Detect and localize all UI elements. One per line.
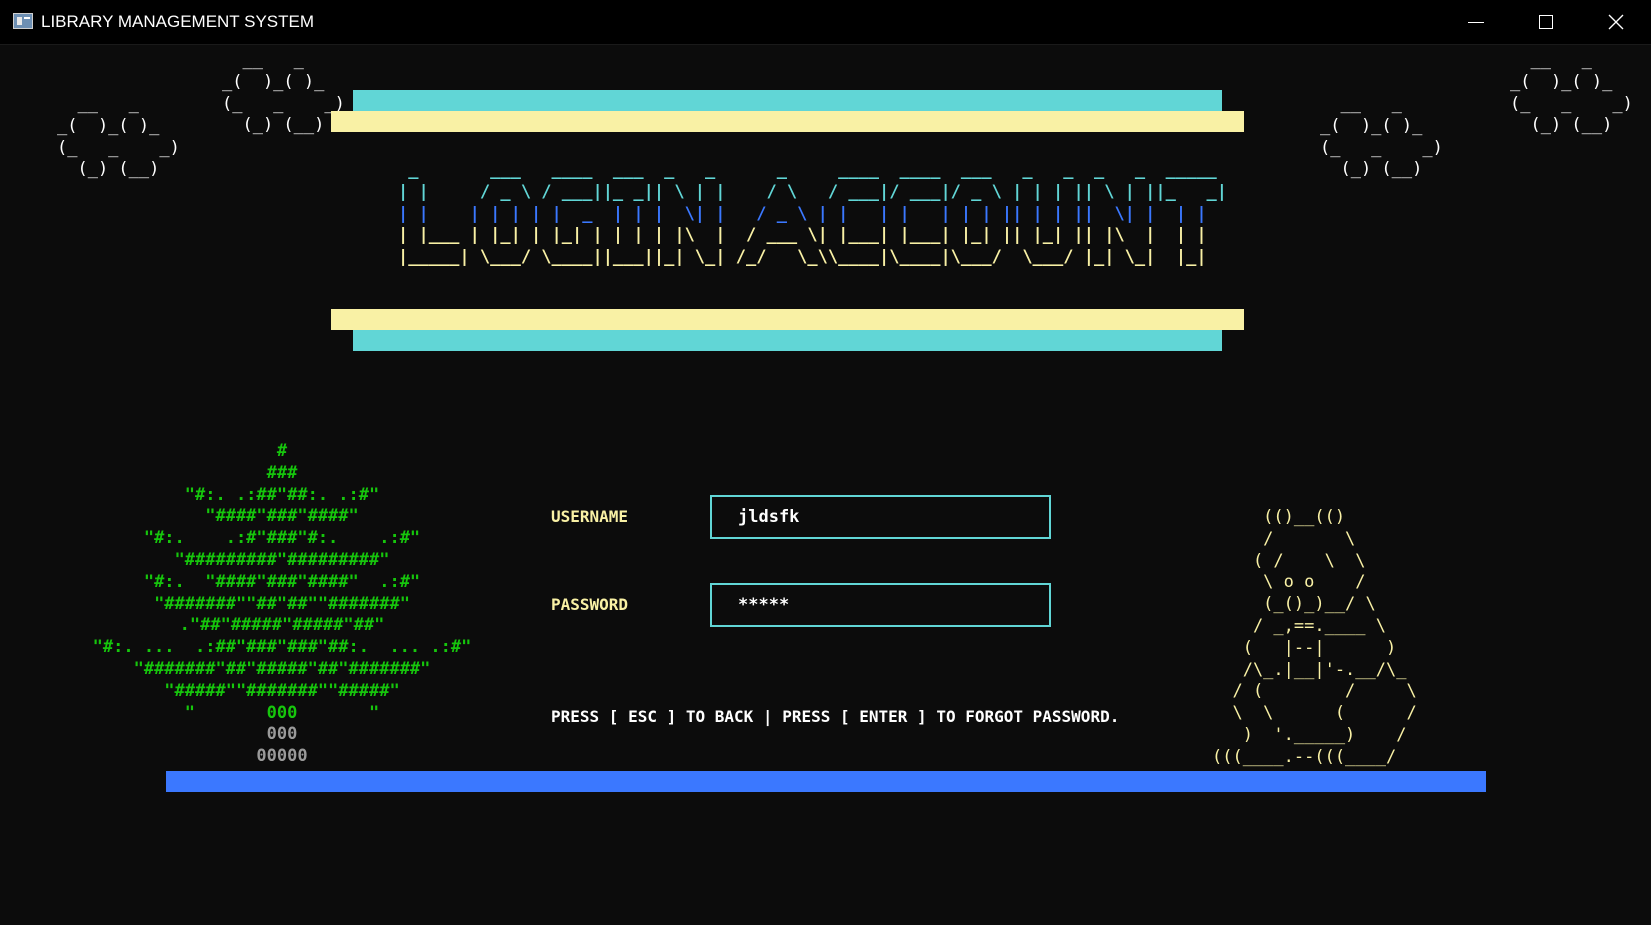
username-label: USERNAME (551, 507, 629, 526)
tree-line: "#####""#######""#####" (164, 680, 400, 701)
tree-line: "#:. .:##"##:. .:#" (184, 484, 380, 505)
maximize-icon (1539, 15, 1553, 29)
top-yellow-bar (331, 111, 1244, 132)
banner-line: |_____| \___/ \____||___||_| \_| /_/ \_\… (398, 247, 1228, 268)
tree-line: "#########"#########" (174, 549, 390, 570)
console-window-icon (13, 13, 33, 29)
title-bar: LIBRARY MANAGEMENT SYSTEM (0, 0, 1651, 45)
lower-yellow-bar (331, 309, 1244, 330)
tree-line: ."##"#####"#####"##" (179, 615, 385, 636)
minimize-button[interactable] (1452, 0, 1500, 44)
banner-line: | | | | | | | _ | | | \| | / _ \ | | | |… (398, 203, 1228, 224)
top-cyan-bar (353, 90, 1222, 111)
username-field[interactable]: jldsfk (710, 495, 1051, 539)
tree-trunk: 00000 (256, 746, 308, 767)
minimize-icon (1468, 22, 1484, 23)
banner-line: _ ___ ____ ___ _ _ _ ____ ____ ___ _ _ _… (398, 160, 1228, 180)
login-account-banner: _ ___ ____ ___ _ _ _ ____ ____ ___ _ _ _… (398, 160, 1227, 269)
bottom-blue-bar (166, 771, 1486, 792)
tree-line: "#:. .:#"###"#:. .:#" (143, 528, 421, 549)
password-value: ***** (738, 595, 790, 615)
tree-line: "#######""##"##""#######" (154, 593, 410, 614)
password-field[interactable]: ***** (710, 583, 1051, 627)
banner-line: | | / _ \ / ___||_ _|| \ | | / \ / ___|/… (398, 181, 1228, 202)
tree-line: "#######"##"#####"##"#######" (133, 658, 431, 679)
tree-ascii-art: # ### "#:. .:##"##:. .:#" "####"###"####… (60, 441, 504, 768)
username-value: jldsfk (738, 507, 800, 527)
window-title: LIBRARY MANAGEMENT SYSTEM (41, 12, 315, 31)
banner-line: | |___ | |_| | |_| | | | | |\ | / ___ \|… (398, 225, 1228, 246)
close-icon (1608, 14, 1624, 30)
tree-line: " 000 " (184, 702, 380, 723)
tree-line: # (276, 441, 288, 461)
cloud-ascii-art: __ _ _( )_( )_ (_ _ _) (_) (__) (1320, 94, 1443, 180)
close-button[interactable] (1592, 0, 1640, 44)
tree-line: "####"###"####" (205, 506, 359, 527)
lower-cyan-bar (353, 330, 1222, 351)
cloud-ascii-art: __ _ _( )_( )_ (_ _ _) (_) (__) (222, 50, 345, 136)
tree-line: ### (266, 462, 298, 483)
cloud-ascii-art: __ _ _( )_( )_ (_ _ _) (_) (__) (57, 94, 180, 180)
password-label: PASSWORD (551, 595, 629, 614)
keyboard-help-text: PRESS [ ESC ] TO BACK | PRESS [ ENTER ] … (551, 707, 1120, 726)
tree-line: "#:. ... .:##"###"###"##:. ... .:#" (92, 637, 472, 658)
cloud-ascii-art: __ _ _( )_( )_ (_ _ _) (_) (__) (1510, 50, 1633, 136)
owl-ascii-art: (()__(() / \ ( / \ \ \ o o / (_()_)__/ \… (1212, 507, 1417, 767)
maximize-button[interactable] (1522, 0, 1570, 44)
tree-line: "#:. "####"###"####" .:#" (143, 571, 421, 592)
tree-trunk: 000 (266, 724, 298, 745)
